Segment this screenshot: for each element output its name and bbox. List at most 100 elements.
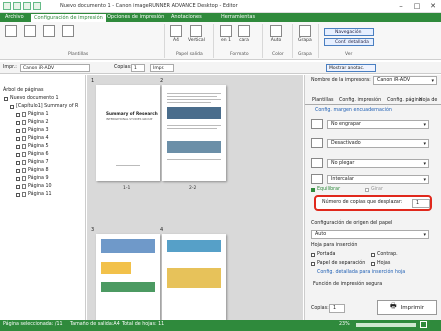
contrap-checkbox[interactable]: Contrap. — [371, 252, 398, 257]
tree-page-item[interactable]: Página 4 — [16, 136, 49, 141]
print-toolbar: Impr.: Canon iR-ADV Copias: 1 Impr. Most… — [0, 62, 441, 74]
duplex-label: cara — [239, 38, 249, 43]
print-button[interactable]: 🖶 Imprimir — [377, 300, 437, 315]
tree-page-item[interactable]: Página 1 — [16, 112, 49, 117]
tab-plantillas[interactable]: Plantillas — [312, 98, 334, 103]
portada-checkbox[interactable]: Portada — [311, 252, 335, 257]
tree-page-item[interactable]: Página 2 — [16, 120, 49, 125]
ribbon-tabs: Archivo Configuración de impresión Opcio… — [0, 13, 441, 22]
close-button[interactable]: ✕ — [427, 1, 439, 11]
tab-herramientas[interactable]: Herramientas — [218, 13, 258, 22]
fold-select[interactable]: No plegar ▾ — [327, 159, 429, 168]
document-preview[interactable]: 1 2 3 4 Summary of Research INTERNATIONA… — [87, 75, 303, 320]
collate-select[interactable]: Intercalar ▾ — [327, 175, 429, 184]
group-ver-label: Ver — [345, 52, 353, 57]
copies-input[interactable]: 1 — [131, 64, 145, 72]
separacion-checkbox[interactable]: Papel de separación — [311, 261, 365, 266]
template-2-button[interactable] — [24, 25, 36, 38]
checkbox-icon[interactable] — [16, 112, 20, 117]
tree-page-item[interactable]: Página 9 — [16, 176, 49, 181]
tree-page-label: Página 5 — [28, 144, 49, 149]
shift-copies-stepper[interactable]: 1 — [412, 199, 430, 208]
checkbox-icon[interactable] — [16, 160, 20, 165]
checkbox-icon[interactable] — [10, 104, 14, 109]
n-up-button[interactable]: en 1 — [220, 25, 232, 43]
tree-page-item[interactable]: Página 7 — [16, 160, 49, 165]
printer-name-select[interactable]: Canon iR-ADV ▾ — [373, 76, 437, 85]
checkbox-icon[interactable] — [16, 184, 20, 189]
orientation-button[interactable]: Vertical — [188, 25, 205, 43]
tree-page-item[interactable]: Página 5 — [16, 144, 49, 149]
template-3-button[interactable] — [43, 25, 55, 38]
fit-page-icon[interactable] — [420, 321, 427, 328]
page-icon — [22, 144, 26, 149]
tree-page-item[interactable]: Página 10 — [16, 184, 52, 189]
hojas-checkbox[interactable]: Hojas — [371, 261, 390, 266]
duplex-button[interactable]: cara — [238, 25, 250, 43]
checkbox-icon[interactable] — [16, 176, 20, 181]
page-thumbnail-3[interactable] — [96, 234, 160, 320]
staple-select[interactable]: No engrapar ▾ — [327, 120, 429, 129]
checkbox-icon[interactable] — [371, 261, 375, 266]
panel-copies-input[interactable]: 1 — [329, 304, 345, 313]
tree-chapter[interactable]: [Capítulo1] Summary of R — [10, 104, 78, 109]
minimize-button[interactable]: – — [395, 1, 407, 11]
staple-button[interactable]: Grapa — [298, 25, 312, 43]
tree-page-item[interactable]: Página 11 — [16, 192, 52, 197]
redo-icon[interactable] — [33, 2, 41, 10]
undo-icon[interactable] — [23, 2, 31, 10]
color-button[interactable]: Auto — [270, 25, 282, 43]
checkbox-icon[interactable] — [371, 252, 375, 257]
conf-detallada-button[interactable]: Conf. detallada — [324, 38, 374, 46]
page-thumbnail-2[interactable] — [162, 85, 226, 181]
checkbox-icon[interactable] — [365, 187, 369, 192]
page-thumbnail-1[interactable]: Summary of Research INTERNATIONAL STUDIE… — [96, 85, 160, 181]
checkbox-icon[interactable] — [16, 168, 20, 173]
paper-source-select[interactable]: Auto ▾ — [311, 230, 429, 239]
template-1-button[interactable] — [5, 25, 17, 38]
tree-page-item[interactable]: Página 8 — [16, 168, 49, 173]
page-thumbnail-4[interactable] — [162, 234, 226, 320]
checkbox-icon[interactable] — [16, 192, 20, 197]
checkbox-icon[interactable] — [16, 144, 20, 149]
print-quick-button[interactable]: Impr. — [150, 64, 174, 72]
printer-select[interactable]: Canon iR-ADV — [20, 64, 90, 72]
tab-opciones-impresion[interactable]: Opciones de impresión — [104, 13, 167, 22]
printer-label: Impr.: — [3, 65, 17, 70]
maximize-button[interactable]: □ — [411, 1, 423, 11]
tab-config-pagina[interactable]: Config. página — [387, 98, 422, 103]
offset-select[interactable]: Desactivado ▾ — [327, 139, 429, 148]
checkbox-icon[interactable] — [16, 120, 20, 125]
checkbox-icon[interactable] — [311, 261, 315, 266]
tab-archivo[interactable]: Archivo — [2, 13, 27, 22]
checkbox-icon[interactable] — [4, 96, 8, 101]
paper-size-button[interactable]: A4 — [170, 25, 182, 43]
show-annotations-button[interactable]: Mostrar anotac. — [326, 64, 376, 72]
tab-anotaciones[interactable]: Anotaciones — [168, 13, 205, 22]
rotate-checkbox[interactable]: Girar — [365, 187, 383, 192]
tab-config-impresion[interactable]: Config. impresión — [339, 98, 381, 103]
insert-detail-link[interactable]: Config. detallada para inserción hoja — [317, 270, 405, 275]
paper-source-value: Auto — [315, 232, 327, 237]
template-4-button[interactable] — [62, 25, 74, 38]
navigation-button[interactable]: Navegación — [324, 28, 374, 36]
tree-page-item[interactable]: Página 6 — [16, 152, 49, 157]
tree-root[interactable]: Nuevo documento 1 — [4, 96, 59, 101]
checkbox-icon[interactable] — [16, 152, 20, 157]
margin-link[interactable]: Config. margen encuadernación — [315, 108, 392, 113]
tab-hoja-de[interactable]: Hoja de — [419, 98, 437, 103]
zoom-slider[interactable] — [356, 323, 416, 327]
tree-page-item[interactable]: Página 3 — [16, 128, 49, 133]
checkbox-icon[interactable] — [16, 128, 20, 133]
page-number: 4 — [160, 227, 164, 233]
panel-copies-label: Copias: — [311, 306, 329, 311]
tree-page-label: Página 1 — [28, 112, 49, 117]
save-icon[interactable] — [13, 2, 21, 10]
page-number: 3 — [91, 227, 95, 233]
tab-configuracion-impresion[interactable]: Configuración de impresión — [30, 13, 107, 22]
checkbox-icon[interactable] — [16, 136, 20, 141]
checkbox-checked-icon[interactable] — [311, 187, 315, 192]
portada-label: Portada — [317, 252, 336, 257]
balance-checkbox[interactable]: Equilibrar — [311, 187, 340, 192]
checkbox-icon[interactable] — [311, 252, 315, 257]
